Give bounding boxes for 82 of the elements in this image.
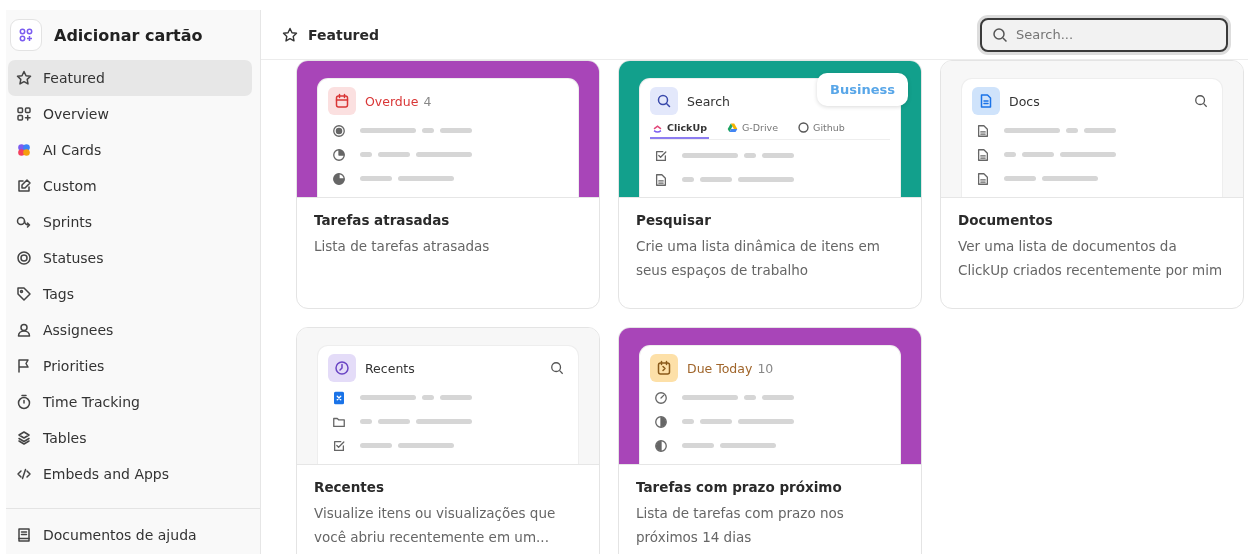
- card-description: Lista de tarefas com prazo nos próximos 14 dias: [636, 504, 845, 547]
- person-icon: [16, 322, 32, 338]
- page-title: Featured: [308, 26, 380, 43]
- list-row-icon: [976, 124, 990, 138]
- card-title: Documentos: [958, 212, 1054, 228]
- list-row-icon: [332, 124, 346, 138]
- card[interactable]: Business Search ClickUp G-Drive Github Pesquisar Crie uma lista dinâmica de itens em seus espaços de trabalho: [618, 60, 922, 309]
- search-icon: [992, 26, 1008, 43]
- help-docs-link[interactable]: Documentos de ajuda: [8, 517, 252, 553]
- list-row-icon: [332, 439, 346, 453]
- sidebar-title: Adicionar cartão: [54, 25, 203, 45]
- preview-header-icon: [328, 354, 356, 382]
- card-title: Pesquisar: [636, 212, 712, 228]
- preview-count: 4: [423, 93, 432, 109]
- search-field[interactable]: Search...: [980, 17, 1228, 52]
- preview-title: Overdue: [365, 93, 419, 109]
- list-row-icon: [332, 391, 346, 405]
- preview-title: Search: [687, 93, 730, 109]
- list-row-icon: [654, 415, 668, 429]
- card[interactable]: Due Today 10 Tarefas com prazo próximo Lista de tarefas com prazo nos próximos 14 dias: [618, 327, 922, 554]
- preview-title: Due Today: [687, 360, 753, 376]
- preview-header-icon: [972, 87, 1000, 115]
- list-row-icon: [654, 173, 668, 187]
- preview-count: 10: [757, 360, 774, 376]
- plan-badge: Business: [817, 73, 908, 106]
- sidebar-item[interactable]: Priorities: [8, 348, 252, 384]
- search-icon: [1194, 94, 1208, 108]
- sidebar-item[interactable]: Time Tracking: [8, 384, 252, 420]
- stopwatch-icon: [16, 394, 32, 410]
- sidebar-item[interactable]: Embeds and Apps: [8, 456, 252, 492]
- preview-header-icon: [328, 87, 356, 115]
- sidebar-item[interactable]: Sprints: [8, 204, 252, 240]
- sidebar-item[interactable]: Tags: [8, 276, 252, 312]
- list-row-icon: [976, 172, 990, 186]
- card[interactable]: Overdue 4 Tarefas atrasadas Lista de tarefas atrasadas: [296, 60, 600, 309]
- loop-arrow-icon: [16, 214, 32, 230]
- sidebar-item[interactable]: Assignees: [8, 312, 252, 348]
- sidebar-item[interactable]: Featured: [8, 60, 252, 96]
- preview-header-icon: [650, 354, 678, 382]
- flag-icon: [16, 358, 32, 374]
- list-row-icon: [654, 391, 668, 405]
- preview-title: Recents: [365, 360, 415, 376]
- layers-icon: [16, 430, 32, 446]
- sidebar-item[interactable]: Tables: [8, 420, 252, 456]
- source-label: ClickUp: [650, 119, 709, 139]
- list-row-icon: [332, 172, 346, 186]
- card-description: Crie uma lista dinâmica de itens em seus espaços de trabalho: [636, 237, 881, 280]
- source-label: Github: [796, 119, 847, 139]
- circle-logo-icon: [798, 122, 810, 133]
- list-row-icon: [332, 415, 346, 429]
- add-card-icon: [10, 19, 42, 51]
- sidebar-item[interactable]: Overview: [8, 96, 252, 132]
- sidebar-item[interactable]: Custom: [8, 168, 252, 204]
- code-icon: [16, 466, 32, 482]
- target-icon: [16, 250, 32, 266]
- card[interactable]: Recents Recentes Visualize itens ou visualizações que você abriu recentemente em um...: [296, 327, 600, 554]
- tag-icon: [16, 286, 32, 302]
- list-row-icon: [654, 149, 668, 163]
- star-icon: [16, 70, 32, 86]
- logo-icon: [652, 122, 663, 133]
- card-title: Tarefas com prazo próximo: [636, 479, 843, 495]
- card-description: Ver uma lista de documentos da ClickUp criados recentemente por mim: [958, 237, 1224, 280]
- grid-plus-icon: [16, 106, 32, 122]
- card-description: Lista de tarefas atrasadas: [314, 237, 491, 256]
- sidebar-item[interactable]: AI Cards: [8, 132, 252, 168]
- card[interactable]: Docs Documentos Ver uma lista de documentos da ClickUp criados recentemente por mim: [940, 60, 1244, 309]
- triangle-logo-icon: [726, 122, 738, 133]
- sidebar-item[interactable]: Statuses: [8, 240, 252, 276]
- flower-icon: [16, 142, 32, 158]
- source-label: G-Drive: [724, 119, 781, 139]
- card-title: Tarefas atrasadas: [314, 212, 451, 228]
- star-icon: [282, 26, 298, 43]
- list-row-icon: [976, 148, 990, 162]
- list-row-icon: [332, 148, 346, 162]
- card-title: Recentes: [314, 479, 385, 495]
- edit-icon: [16, 178, 32, 194]
- list-row-icon: [654, 439, 668, 453]
- preview-header-icon: [650, 87, 678, 115]
- search-icon: [550, 361, 564, 375]
- preview-title: Docs: [1009, 93, 1040, 109]
- book-icon: [16, 527, 32, 543]
- card-description: Visualize itens ou visualizações que você abriu recentemente em um...: [314, 504, 557, 547]
